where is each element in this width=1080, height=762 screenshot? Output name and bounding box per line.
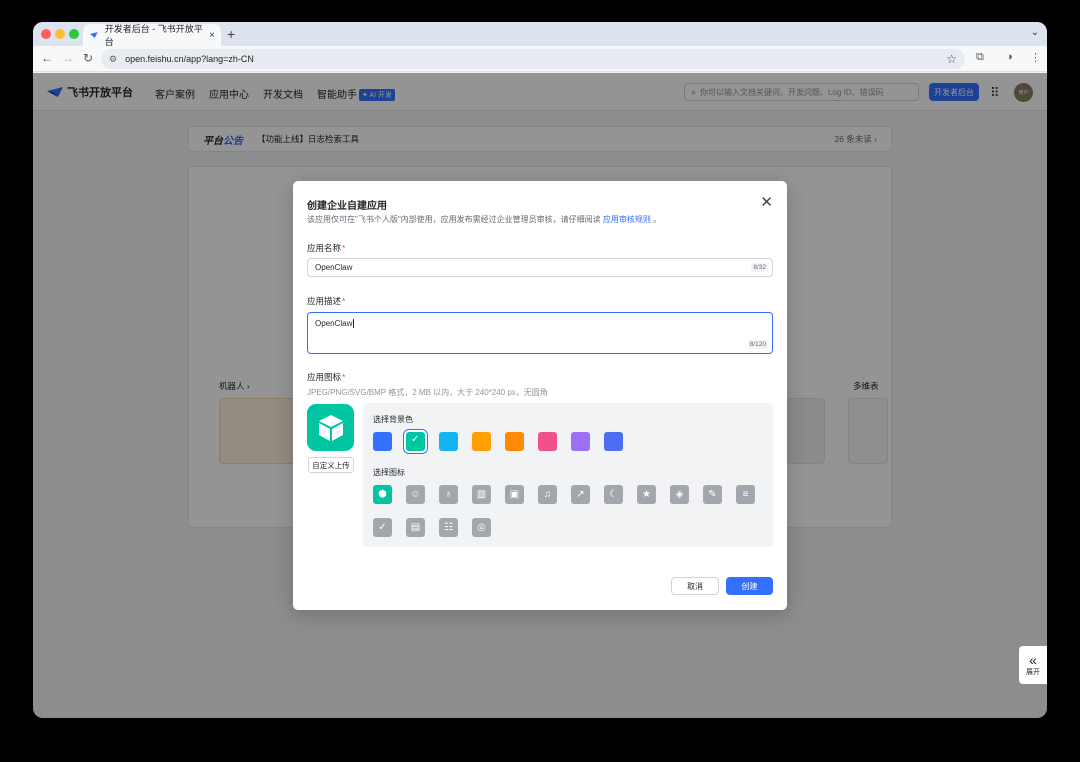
browser-menu-icon[interactable]: ⋮ <box>1030 51 1041 64</box>
close-icon[interactable]: ✕ <box>760 193 773 211</box>
text-caret <box>353 319 355 328</box>
app-icon-label: 应用图标* <box>307 371 345 383</box>
icon-select-label: 选择图标 <box>373 468 405 477</box>
address-bar[interactable]: ⚙ open.feishu.cn/app?lang=zh-CN ☆ <box>101 49 965 69</box>
users-icon[interactable]: ☷ <box>439 518 458 537</box>
tab-strip: 开发者后台 - 飞书开放平台 × + ⌄ <box>33 22 1047 47</box>
building-icon[interactable]: ▥ <box>472 485 491 504</box>
custom-upload-button[interactable]: 自定义上传 <box>308 457 354 473</box>
bell-icon[interactable]: ♫ <box>538 485 557 504</box>
create-button[interactable]: 创建 <box>726 577 773 595</box>
maximize-window-button[interactable] <box>69 29 79 39</box>
cancel-button[interactable]: 取消 <box>671 577 719 595</box>
expand-panel-button[interactable]: « 展开 <box>1019 646 1047 684</box>
app-name-label-text: 应用名称 <box>307 243 342 253</box>
double-chevron-left-icon: « <box>1029 652 1037 668</box>
review-rules-link[interactable]: 应用审核规则 <box>603 215 651 224</box>
dialog-title: 创建企业自建应用 <box>307 201 387 212</box>
feishu-favicon-icon <box>89 32 98 38</box>
bg-color-label: 选择背景色 <box>373 415 413 424</box>
profile-avatar-icon[interactable]: ◑ <box>1006 51 1013 63</box>
color-swatch[interactable] <box>604 432 623 451</box>
browser-tab[interactable]: 开发者后台 - 飞书开放平台 × <box>83 24 221 47</box>
minimize-window-button[interactable] <box>55 29 65 39</box>
app-icon-preview <box>307 404 354 451</box>
color-swatch[interactable] <box>439 432 458 451</box>
app-desc-label: 应用描述* <box>307 295 345 307</box>
shield-icon[interactable]: ✓ <box>373 518 392 537</box>
color-swatch[interactable] <box>373 432 392 451</box>
browser-window: 开发者后台 - 飞书开放平台 × + ⌄ ← → ↻ ⚙ open.feishu… <box>33 22 1047 718</box>
document-icon[interactable]: ≡ <box>736 485 755 504</box>
name-char-counter: 8/32 <box>751 263 768 272</box>
expand-label: 展开 <box>1026 669 1040 676</box>
dialog-description: 该应用仅可在"飞书个人版"内部使用，应用发布需经过企业管理员审核，请仔细阅读 应… <box>307 214 661 225</box>
globe-icon[interactable]: ◎ <box>472 518 491 537</box>
lightbulb-icon[interactable]: ♁ <box>439 485 458 504</box>
desc-char-counter: 8/120 <box>747 340 768 349</box>
browser-toolbar: ← → ↻ ⚙ open.feishu.cn/app?lang=zh-CN ☆ … <box>33 46 1047 72</box>
app-icon-label-text: 应用图标 <box>307 372 342 382</box>
forward-arrow-icon[interactable]: → <box>62 51 74 65</box>
color-swatch[interactable] <box>505 432 524 451</box>
desc-text: 该应用仅可在"飞书个人版"内部使用，应用发布需经过企业管理员审核，请仔细阅读 <box>307 215 603 224</box>
chart-icon[interactable]: ↗ <box>571 485 590 504</box>
color-swatch[interactable] <box>404 430 427 453</box>
app-name-label: 应用名称* <box>307 242 345 254</box>
star-icon[interactable]: ★ <box>637 485 656 504</box>
required-mark: * <box>342 243 346 253</box>
robot-icon[interactable]: ☺ <box>406 485 425 504</box>
required-mark: * <box>342 372 346 382</box>
briefcase-icon[interactable]: ▣ <box>505 485 524 504</box>
app-desc-value: OpenClaw <box>315 319 353 328</box>
desc-end: 。 <box>650 215 662 224</box>
cube-icon <box>318 414 343 441</box>
app-desc-field[interactable]: OpenClaw 8/120 <box>307 312 773 354</box>
color-swatch[interactable] <box>538 432 557 451</box>
tag-icon[interactable]: ◈ <box>670 485 689 504</box>
color-swatch[interactable] <box>472 432 491 451</box>
reload-icon[interactable]: ↻ <box>83 51 93 65</box>
bookmark-star-icon[interactable]: ☆ <box>946 52 957 66</box>
tab-title: 开发者后台 - 飞书开放平台 <box>104 24 203 47</box>
layout-icon[interactable]: ▤ <box>406 518 425 537</box>
color-swatch[interactable] <box>571 432 590 451</box>
icon-picker: 选择背景色 选择图标 ⬢ ☺ ♁ ▥ ▣ ♫ ↗ ☾ ★ ◈ ✎ ≡ ✓ ▤ ☷… <box>363 403 773 547</box>
app-desc-label-text: 应用描述 <box>307 296 342 306</box>
app-name-value: OpenClaw <box>315 263 353 272</box>
required-mark: * <box>342 296 346 306</box>
site-settings-icon[interactable]: ⚙ <box>109 54 117 65</box>
back-arrow-icon[interactable]: ← <box>41 51 53 65</box>
tab-close-icon[interactable]: × <box>209 30 215 41</box>
close-window-button[interactable] <box>41 29 51 39</box>
extensions-puzzle-icon[interactable]: ⧉ <box>976 51 984 64</box>
cube-icon[interactable]: ⬢ <box>373 485 392 504</box>
icon-format-hint: JPEG/PNG/SVG/BMP 格式，2 MB 以内，大于 240*240 p… <box>307 388 548 397</box>
moon-icon[interactable]: ☾ <box>604 485 623 504</box>
create-app-dialog: 创建企业自建应用 ✕ 该应用仅可在"飞书个人版"内部使用，应用发布需经过企业管理… <box>293 181 787 610</box>
app-name-field[interactable]: OpenClaw 8/32 <box>307 258 773 277</box>
wrench-icon[interactable]: ✎ <box>703 485 722 504</box>
url-text: open.feishu.cn/app?lang=zh-CN <box>125 54 254 64</box>
tab-menu-chevron-icon[interactable]: ⌄ <box>1031 27 1039 38</box>
new-tab-button[interactable]: + <box>227 26 235 42</box>
